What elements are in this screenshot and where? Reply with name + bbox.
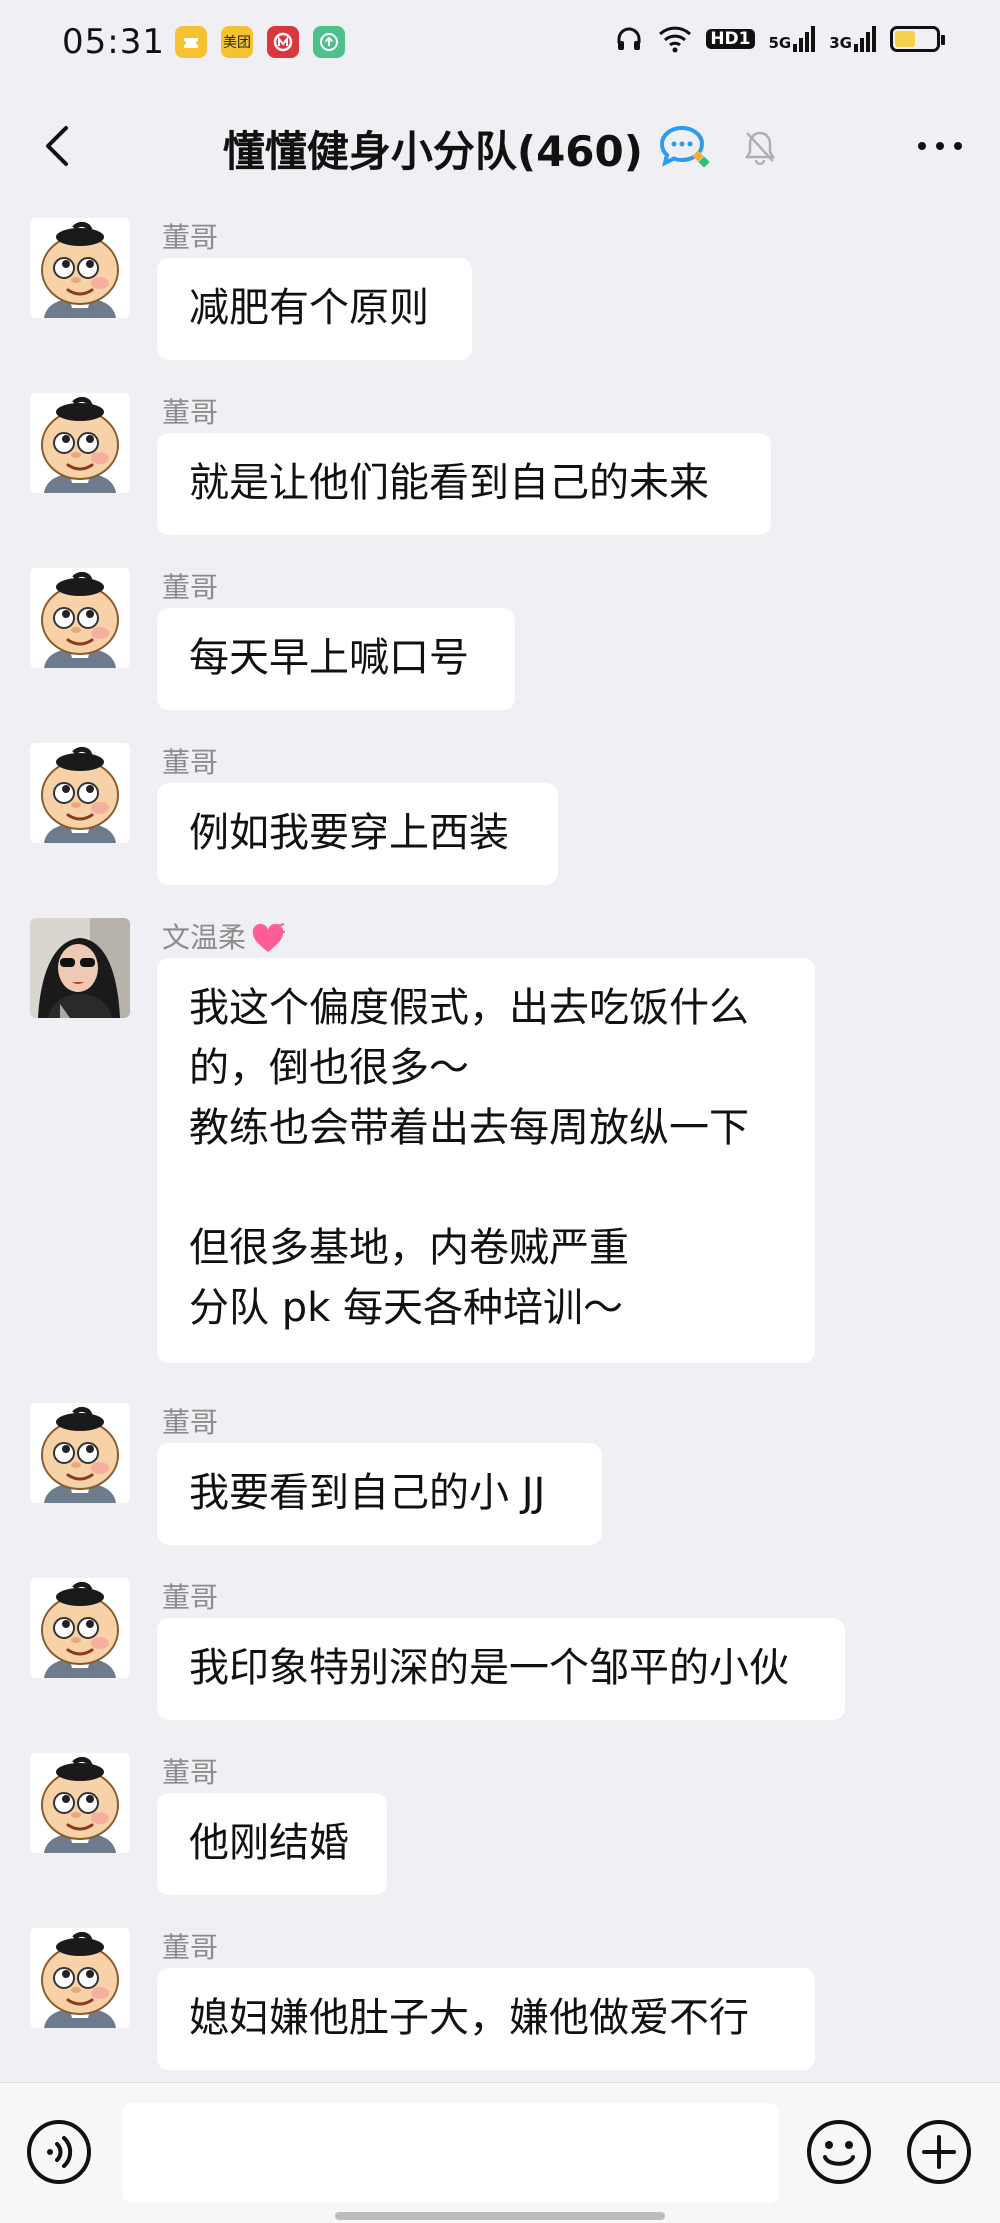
voice-button[interactable]	[26, 2119, 92, 2185]
meituan-label: 美团	[223, 35, 251, 51]
status-bar: 05:31 美团 HD1 5G 3G	[0, 0, 1000, 88]
message-bubble[interactable]: 就是让他们能看到自己的未来	[157, 433, 771, 535]
chat-title-area[interactable]: 懂懂健身小分队(460)	[0, 118, 1000, 179]
network-5g-label: 5G	[768, 34, 792, 52]
notification-icons: 美团	[175, 26, 345, 58]
plus-button[interactable]	[906, 2119, 972, 2185]
headphones-icon	[617, 27, 641, 50]
message-bubble[interactable]: 我这个偏度假式，出去吃饭什么 的，倒也很多～ 教练也会带着出去每周放纵一下 但很…	[157, 958, 815, 1363]
sender-name: 董哥	[162, 1576, 218, 1616]
avatar-cartoon[interactable]	[30, 218, 130, 318]
avatar-cartoon[interactable]	[30, 568, 130, 668]
sender-name-text: 董哥	[162, 1931, 219, 1964]
sender-name: 董哥	[162, 391, 218, 431]
signal-5g: 5G	[769, 26, 816, 52]
sender-name-text: 文温柔	[162, 921, 247, 954]
sender-name: 文温柔	[162, 916, 286, 956]
avatar-cartoon[interactable]	[30, 1403, 130, 1503]
message-bubble[interactable]: 减肥有个原则	[157, 258, 472, 360]
message-input[interactable]	[122, 2103, 779, 2203]
sender-name-text: 董哥	[162, 396, 219, 429]
avatar-cartoon[interactable]	[30, 1578, 130, 1678]
upload-app-icon	[313, 26, 345, 58]
avatar-cartoon[interactable]	[30, 393, 130, 493]
sender-name-text: 董哥	[162, 1581, 219, 1614]
message-bubble[interactable]: 我要看到自己的小 JJ	[157, 1443, 602, 1545]
battery-icon	[890, 26, 945, 52]
hd-badge: HD1	[706, 29, 755, 49]
emoji-icon	[807, 2120, 871, 2184]
signal-bars-icon	[854, 26, 876, 52]
more-icon	[918, 142, 962, 150]
more-button[interactable]	[910, 116, 970, 176]
meituan-app-icon: 美团	[221, 26, 253, 58]
avatar-cartoon[interactable]	[30, 1753, 130, 1853]
message-bubble[interactable]: 我印象特别深的是一个邹平的小伙	[157, 1618, 845, 1720]
home-indicator[interactable]	[335, 2212, 665, 2220]
message-bubble[interactable]: 媳妇嫌他肚子大，嫌他做爱不行	[157, 1968, 815, 2070]
sender-name: 董哥	[162, 1926, 218, 1966]
sender-name: 董哥	[162, 741, 218, 781]
input-bar	[0, 2082, 1000, 2223]
sender-name: 董哥	[162, 566, 218, 606]
coupon-app-icon	[175, 26, 207, 58]
heart-icon	[252, 923, 286, 952]
system-indicators: HD1 5G 3G	[614, 24, 945, 54]
network-3g-label: 3G	[829, 34, 852, 52]
voice-icon	[27, 2120, 91, 2184]
signal-3g: 3G	[829, 26, 876, 52]
status-time: 05:31	[62, 22, 165, 62]
chat-title: 懂懂健身小分队(460)	[222, 127, 643, 176]
sender-name-text: 董哥	[162, 221, 219, 254]
message-bubble[interactable]: 例如我要穿上西装	[157, 783, 558, 885]
wifi-icon	[659, 26, 692, 53]
avatar-cartoon[interactable]	[30, 743, 130, 843]
group-chat-icon	[656, 122, 712, 176]
bank-app-icon	[267, 26, 299, 58]
mute-bell-icon	[743, 129, 777, 169]
battery-fill	[895, 31, 915, 47]
message-bubble[interactable]: 他刚结婚	[157, 1793, 387, 1895]
message-bubble[interactable]: 每天早上喊口号	[157, 608, 515, 710]
sender-name: 董哥	[162, 1751, 218, 1791]
sender-name-text: 董哥	[162, 1406, 219, 1439]
signal-bars-icon	[793, 26, 816, 52]
sender-name: 董哥	[162, 1401, 218, 1441]
sender-name-text: 董哥	[162, 746, 219, 779]
emoji-button[interactable]	[806, 2119, 872, 2185]
sender-name-text: 董哥	[162, 1756, 219, 1789]
avatar-cartoon[interactable]	[30, 1928, 130, 2028]
avatar-photo[interactable]	[30, 918, 130, 1018]
plus-icon	[907, 2120, 971, 2184]
sender-name: 董哥	[162, 216, 218, 256]
sender-name-text: 董哥	[162, 571, 219, 604]
chat-header: 懂懂健身小分队(460)	[0, 88, 1000, 210]
